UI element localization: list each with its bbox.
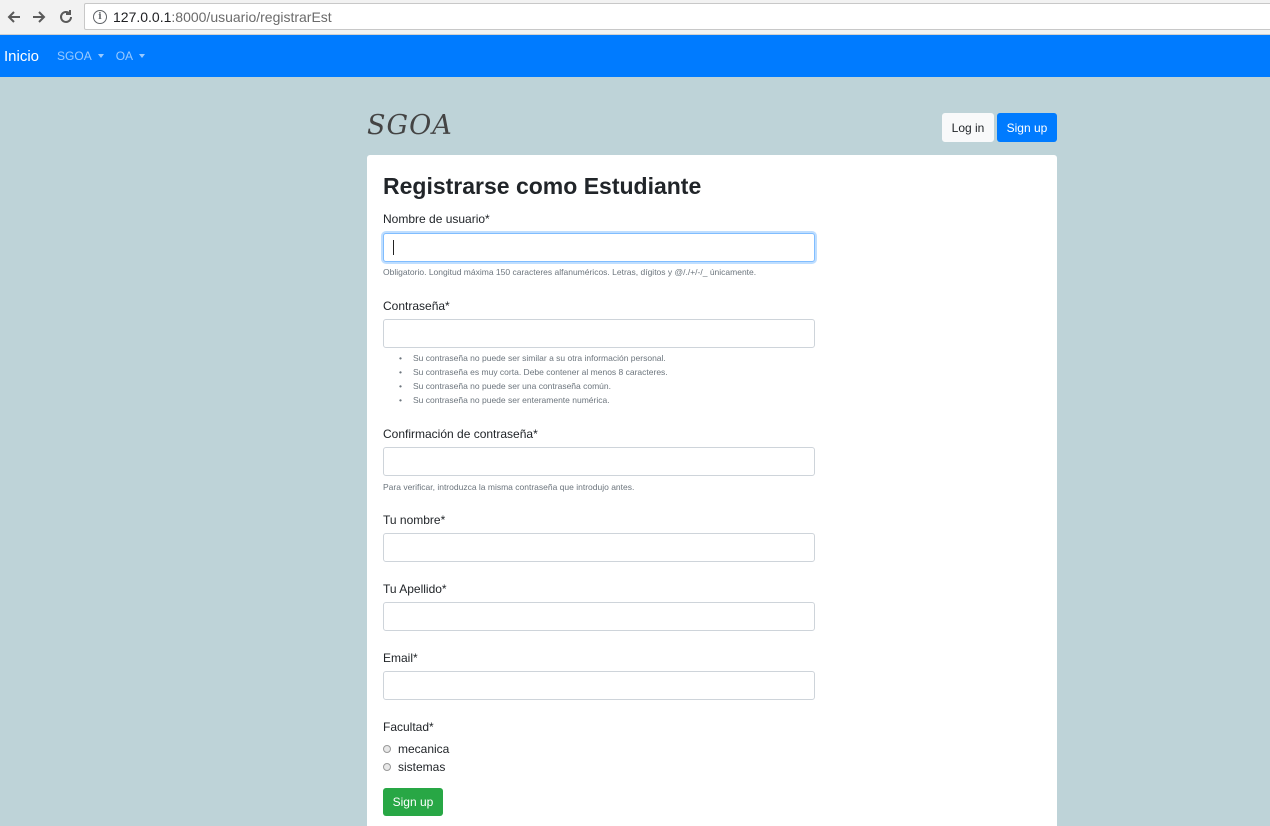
caret-down-icon (97, 54, 104, 58)
faculty-option-mecanica[interactable]: mecanica (383, 742, 449, 756)
password-help-list: Su contraseña no puede ser similar a su … (383, 351, 668, 407)
nav-dropdown-sgoa-label: SGOA (57, 49, 92, 63)
nav-dropdown-sgoa[interactable]: SGOA (57, 49, 104, 63)
faculty-option-sistemas[interactable]: sistemas (383, 760, 445, 774)
password-field[interactable] (383, 319, 815, 348)
username-input[interactable] (384, 234, 814, 261)
info-icon[interactable]: i (93, 9, 107, 24)
faculty-label: Facultad* (383, 720, 434, 734)
first-name-field[interactable] (383, 533, 815, 562)
signup-button-header[interactable]: Sign up (997, 113, 1057, 142)
email-label: Email* (383, 651, 418, 665)
caret-down-icon (139, 54, 146, 58)
submit-signup-button[interactable]: Sign up (383, 788, 443, 816)
password-help-item: Su contraseña no puede ser similar a su … (383, 351, 668, 365)
faculty-option-label: mecanica (398, 742, 450, 756)
address-bar[interactable]: i 127.0.0.1:8000/usuario/registrarEst (84, 3, 1270, 30)
navbar-brand[interactable]: Inicio (4, 48, 39, 65)
password-input[interactable] (384, 320, 814, 347)
text-cursor (393, 240, 394, 255)
back-arrow-icon[interactable] (4, 7, 24, 27)
first-name-input[interactable] (384, 534, 814, 561)
url-path: :8000/usuario/registrarEst (171, 8, 332, 25)
site-logo: SGOA (367, 110, 453, 141)
faculty-option-label: sistemas (398, 760, 446, 774)
email-field[interactable] (383, 671, 815, 700)
radio-button[interactable] (383, 745, 391, 753)
password-help-item: Su contraseña es muy corta. Debe contene… (383, 365, 668, 379)
password-confirm-label: Confirmación de contraseña* (383, 427, 538, 441)
username-label: Nombre de usuario* (383, 212, 490, 226)
password-help-item: Su contraseña no puede ser una contraseñ… (383, 379, 668, 393)
browser-toolbar: i 127.0.0.1:8000/usuario/registrarEst (0, 0, 1270, 35)
reload-icon[interactable] (56, 7, 76, 27)
first-name-label: Tu nombre* (383, 513, 446, 527)
last-name-field[interactable] (383, 602, 815, 631)
nav-dropdown-oa[interactable]: OA (115, 49, 146, 63)
radio-button[interactable] (383, 763, 391, 771)
login-button[interactable]: Log in (942, 113, 994, 142)
password-confirm-input[interactable] (384, 448, 814, 475)
password-help-item: Su contraseña no puede ser enteramente n… (383, 393, 668, 407)
top-navbar: Inicio SGOA OA (0, 35, 1270, 77)
username-field[interactable] (383, 233, 815, 262)
last-name-label: Tu Apellido* (383, 582, 447, 596)
page-title: Registrarse como Estudiante (383, 173, 702, 199)
last-name-input[interactable] (384, 603, 814, 630)
password-confirm-field[interactable] (383, 447, 815, 476)
registration-card: Registrarse como Estudiante Nombre de us… (367, 155, 1057, 826)
username-help: Obligatorio. Longitud máxima 150 caracte… (383, 267, 757, 277)
password-confirm-help: Para verificar, introduzca la misma cont… (383, 482, 635, 492)
forward-arrow-icon[interactable] (29, 7, 49, 27)
password-label: Contraseña* (383, 299, 450, 313)
email-input[interactable] (384, 672, 814, 699)
url-host: 127.0.0.1 (113, 8, 172, 25)
nav-dropdown-oa-label: OA (115, 49, 134, 63)
